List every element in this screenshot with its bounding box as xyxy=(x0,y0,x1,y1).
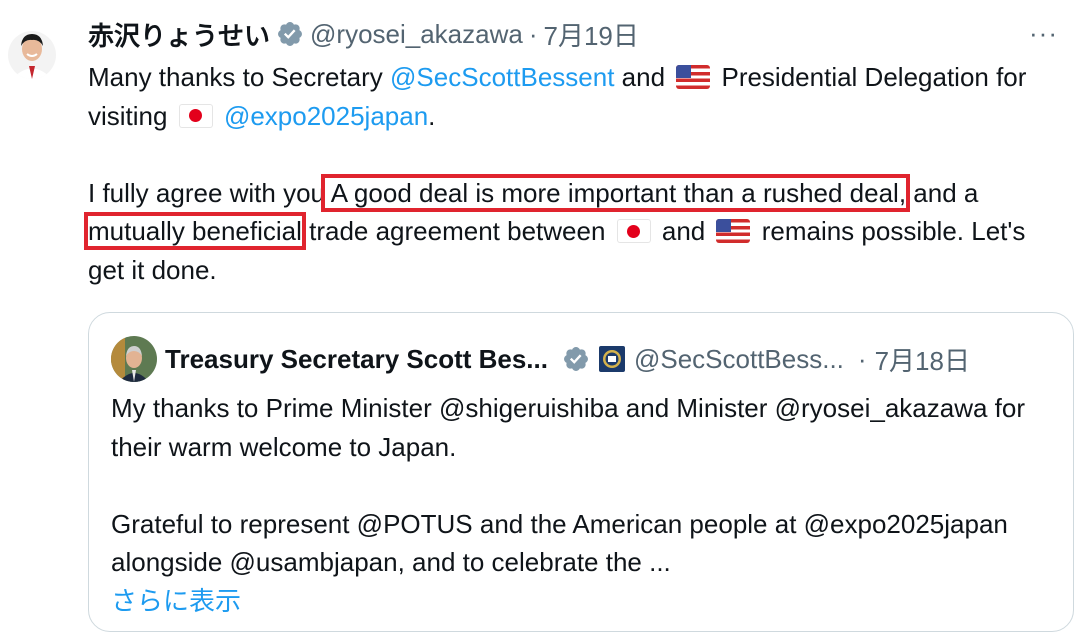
separator-dot: · xyxy=(857,343,867,374)
us-flag-icon xyxy=(676,65,711,89)
quoted-author-avatar[interactable] xyxy=(111,336,157,382)
quoted-author-name[interactable]: Treasury Secretary Scott Bes... xyxy=(165,344,548,375)
text-segment: and a xyxy=(906,177,979,208)
quoted-tweet-card[interactable]: Treasury Secretary Scott Bes... @SecScot… xyxy=(88,312,1074,632)
quoted-tweet-date[interactable]: 7月18日 xyxy=(875,341,970,378)
mention-link[interactable]: @expo2025japan xyxy=(224,101,428,131)
highlight-box: A good deal is more important than a rus… xyxy=(321,173,911,212)
quoted-author-handle[interactable]: @SecScottBess... xyxy=(634,344,844,375)
treasury-seal-icon xyxy=(598,346,625,372)
author-avatar[interactable] xyxy=(8,16,56,94)
separator-dot: · xyxy=(528,18,538,49)
more-options-icon[interactable]: ··· xyxy=(1029,18,1058,49)
text-segment: . xyxy=(428,100,436,131)
tweet-paragraph-1: Many thanks to Secretary @SecScottBessen… xyxy=(88,58,1048,135)
author-name[interactable]: 赤沢りょうせい xyxy=(88,16,270,53)
tweet-header: 赤沢りょうせい @ryosei_akazawa · 7月19日 xyxy=(88,14,639,54)
text-segment: trade agreement between xyxy=(301,216,613,246)
quoted-tweet-text: My thanks to Prime Minister @shigeruishi… xyxy=(111,389,1051,620)
text-segment: I fully agree with you xyxy=(88,177,326,208)
japan-flag-icon xyxy=(616,219,651,243)
mention-link[interactable]: @SecScottBessent xyxy=(390,62,614,92)
us-flag-icon xyxy=(716,219,751,243)
japan-flag-icon xyxy=(178,103,213,128)
highlight-box: mutually beneficial xyxy=(84,212,306,250)
verified-badge-icon[interactable] xyxy=(276,20,304,48)
quoted-paragraph-1: My thanks to Prime Minister @shigeruishi… xyxy=(111,393,1026,462)
tweet-paragraph-2: I fully agree with you A good deal is mo… xyxy=(84,173,1048,290)
quoted-tweet-header: Treasury Secretary Scott Bes... @SecScot… xyxy=(111,336,1061,382)
tweet-date[interactable]: 7月19日 xyxy=(544,16,639,53)
text-segment: Many thanks to Secretary xyxy=(88,62,391,92)
text-segment: and xyxy=(654,216,713,246)
tweet-text: Many thanks to Secretary @SecScottBessen… xyxy=(84,58,1048,290)
verified-badge-icon[interactable] xyxy=(562,345,590,373)
quoted-paragraph-2: Grateful to represent @POTUS and the Ame… xyxy=(111,508,1008,578)
author-handle[interactable]: @ryosei_akazawa xyxy=(310,19,523,50)
text-segment: and xyxy=(614,62,673,92)
show-more-link[interactable]: さらに表示 xyxy=(111,582,1051,621)
